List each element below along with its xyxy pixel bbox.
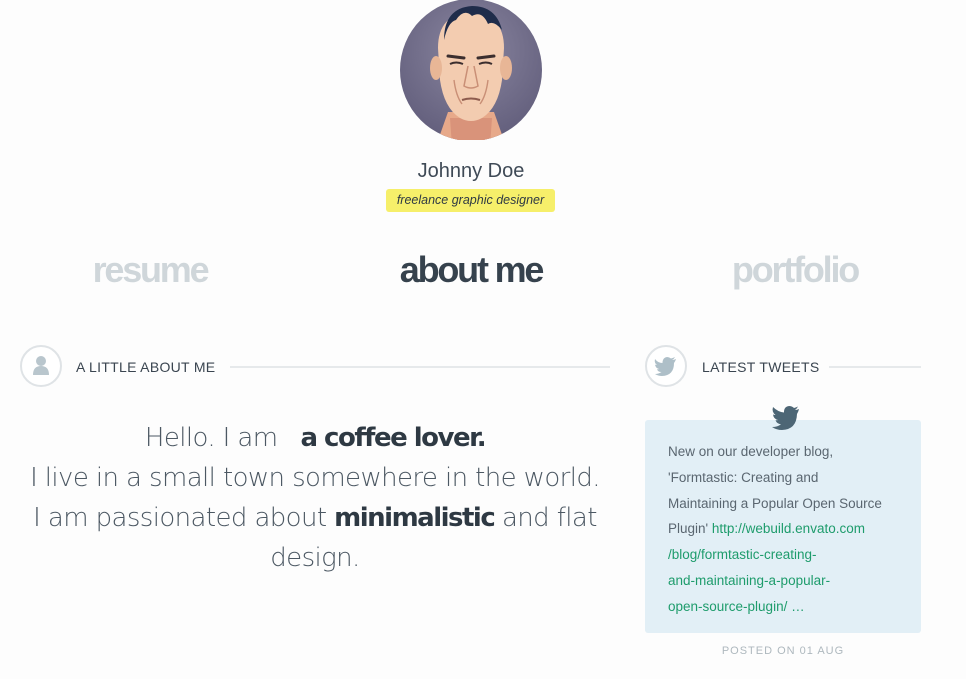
about-intro: Hello. I am	[144, 423, 278, 453]
tweets-section-badge	[645, 345, 687, 387]
nav-about-me[interactable]: about me	[371, 250, 571, 290]
tweet-line: New on our developer blog,	[668, 444, 834, 459]
about-line-2: I live in a small town somewhere in the …	[30, 463, 600, 493]
tweets-section-divider	[829, 366, 921, 368]
tweet-link[interactable]: /blog/formtastic-creating-	[668, 542, 908, 568]
avatar	[398, 0, 544, 141]
about-highlight: a coffee lover.	[300, 423, 486, 453]
tweet-link[interactable]: http://webuild.envato.com	[712, 521, 865, 536]
tweet-line-with-link: Plugin' http://webuild.envato.com	[668, 516, 908, 542]
about-line3-bold: minimalistic	[334, 503, 496, 533]
nav-resume[interactable]: resume	[60, 250, 240, 290]
tweet-line: Maintaining a Popular Open Source	[668, 495, 882, 511]
about-line3-start: I am passionated about	[33, 503, 327, 533]
about-line3-end: and flat	[501, 503, 597, 533]
about-text: Hello. I am a coffee lover. I live in a …	[20, 418, 610, 578]
user-icon	[33, 356, 49, 375]
tweets-section-title: LATEST TWEETS	[702, 359, 820, 375]
profile-tagline: freelance graphic designer	[386, 189, 555, 212]
about-line-1: Hello. I am a coffee lover.	[20, 418, 610, 458]
tweet-bird-icon	[769, 403, 801, 438]
profile-name: Johnny Doe	[417, 160, 525, 182]
tweet-posted-date: POSTED ON 01 AUG	[721, 645, 845, 657]
tweet-link[interactable]: open-source-plugin/ …	[668, 594, 908, 620]
about-section-title: A LITTLE ABOUT ME	[76, 359, 216, 375]
tweet-link[interactable]: and-maintaining-a-popular-	[668, 568, 908, 594]
nav-portfolio[interactable]: portfolio	[700, 250, 890, 290]
about-line-3: I am passionated about minimalistic and …	[20, 498, 610, 538]
twitter-bird-icon	[654, 357, 676, 376]
tweet-text: New on our developer blog, 'Formtastic: …	[668, 439, 908, 620]
tweet-line: Plugin'	[668, 521, 709, 537]
face-portrait-icon	[400, 0, 542, 141]
tweet-line: 'Formtastic: Creating and	[668, 469, 819, 485]
about-section-badge	[20, 345, 62, 387]
about-section-divider	[230, 366, 610, 368]
about-line-4: design.	[270, 543, 360, 573]
